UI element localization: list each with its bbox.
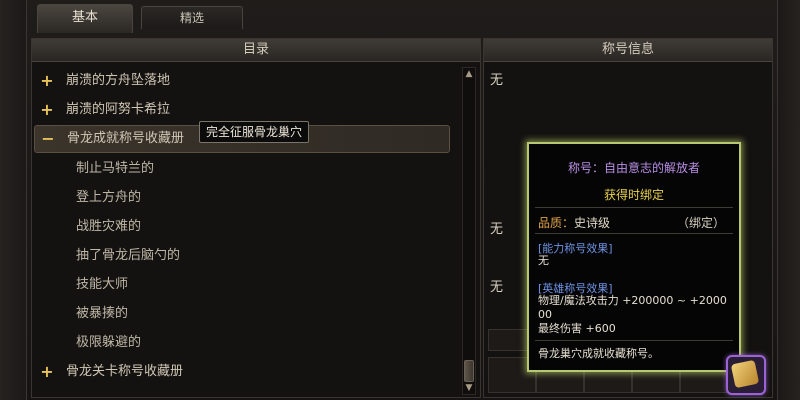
info-header: 称号信息 [484, 39, 772, 62]
catalog-item-label: 崩溃的阿努卡希拉 [66, 102, 171, 117]
quality-label: 品质： [538, 216, 575, 230]
catalog-item-8[interactable]: 被暴揍的 [32, 300, 452, 328]
catalog-item-label: 技能大师 [76, 277, 129, 292]
tooltip-description: 骨龙巢穴成就收藏称号。 [538, 347, 659, 360]
catalog-item-label: 骨龙成就称号收藏册 [67, 131, 185, 146]
catalog-item-label: 战胜灾难的 [76, 219, 142, 234]
catalog-item-3[interactable]: 制止马特兰的 [32, 155, 452, 183]
catalog-item-7[interactable]: 技能大师 [32, 271, 452, 299]
ability-effect-text: 无 [538, 254, 549, 267]
tooltip-title: 称号：自由意志的解放者 [567, 161, 700, 175]
catalog-item-label: 制止马特兰的 [76, 161, 155, 176]
scroll-item-icon [730, 359, 760, 389]
hero-effect-line1: 物理/魔法攻击力 +200000 ~ +2000 [538, 294, 727, 307]
plus-icon[interactable]: + [40, 67, 54, 95]
title-item-tooltip: 称号：自由意志的解放者 获得时绑定 品质：史诗级 （绑定） [能力称号效果] 无… [527, 142, 741, 372]
catalog-item-0[interactable]: + 崩溃的方舟坠落地 [32, 67, 452, 95]
info-value: 无 [490, 222, 504, 237]
left-border [0, 0, 27, 400]
info-value: 无 [490, 73, 504, 88]
quality-value: 史诗级 [574, 216, 611, 230]
catalog-item-label: 极限躲避的 [76, 335, 142, 350]
catalog-item-label: 被暴揍的 [76, 306, 129, 321]
catalog-item-5[interactable]: 战胜灾难的 [32, 213, 452, 241]
hero-effect-line3: 最终伤害 +600 [538, 322, 616, 335]
plus-icon[interactable]: + [40, 358, 54, 386]
catalog-item-label: 骨龙关卡称号收藏册 [66, 364, 184, 379]
tab-selected[interactable]: 精选 [141, 6, 243, 29]
catalog-item-6[interactable]: 抽了骨龙后脑勺的 [32, 242, 452, 270]
minus-icon[interactable]: − [41, 126, 55, 152]
scroll-thumb[interactable] [464, 360, 474, 382]
info-value: 无 [490, 280, 504, 295]
divider [535, 233, 733, 234]
right-border [777, 0, 800, 400]
divider [535, 207, 733, 208]
catalog-item-4[interactable]: 登上方舟的 [32, 184, 452, 212]
catalog-item-9[interactable]: 极限躲避的 [32, 329, 452, 357]
catalog-item-1[interactable]: + 崩溃的阿努卡希拉 [32, 96, 452, 124]
tooltip-quality: 品质：史诗级 [538, 214, 610, 231]
plus-icon[interactable]: + [40, 96, 54, 124]
catalog-item-10[interactable]: + 骨龙关卡称号收藏册 [32, 358, 452, 386]
hero-effect-line2: 00 [538, 308, 552, 321]
catalog-item-label: 抽了骨龙后脑勺的 [76, 248, 181, 263]
item-hover-tooltip: 完全征服骨龙巢穴 [199, 121, 310, 143]
catalog-scrollbar[interactable]: ▲ ▼ [462, 67, 476, 395]
catalog-item-label: 崩溃的方舟坠落地 [66, 73, 171, 88]
tooltip-binding: 获得时绑定 [603, 188, 664, 202]
catalog-panel: 目录 + 崩溃的方舟坠落地 + 崩溃的阿努卡希拉 − 骨龙成就称号收藏册 制止马… [31, 38, 481, 398]
title-item-icon[interactable] [726, 355, 766, 395]
tab-basic[interactable]: 基本 [37, 4, 133, 33]
catalog-header: 目录 [32, 39, 480, 62]
divider [535, 340, 733, 341]
catalog-item-label: 登上方舟的 [76, 190, 142, 205]
tooltip-bound-tag: （绑定） [676, 216, 725, 230]
scroll-up-icon[interactable]: ▲ [463, 68, 475, 80]
scroll-down-icon[interactable]: ▼ [463, 382, 475, 394]
